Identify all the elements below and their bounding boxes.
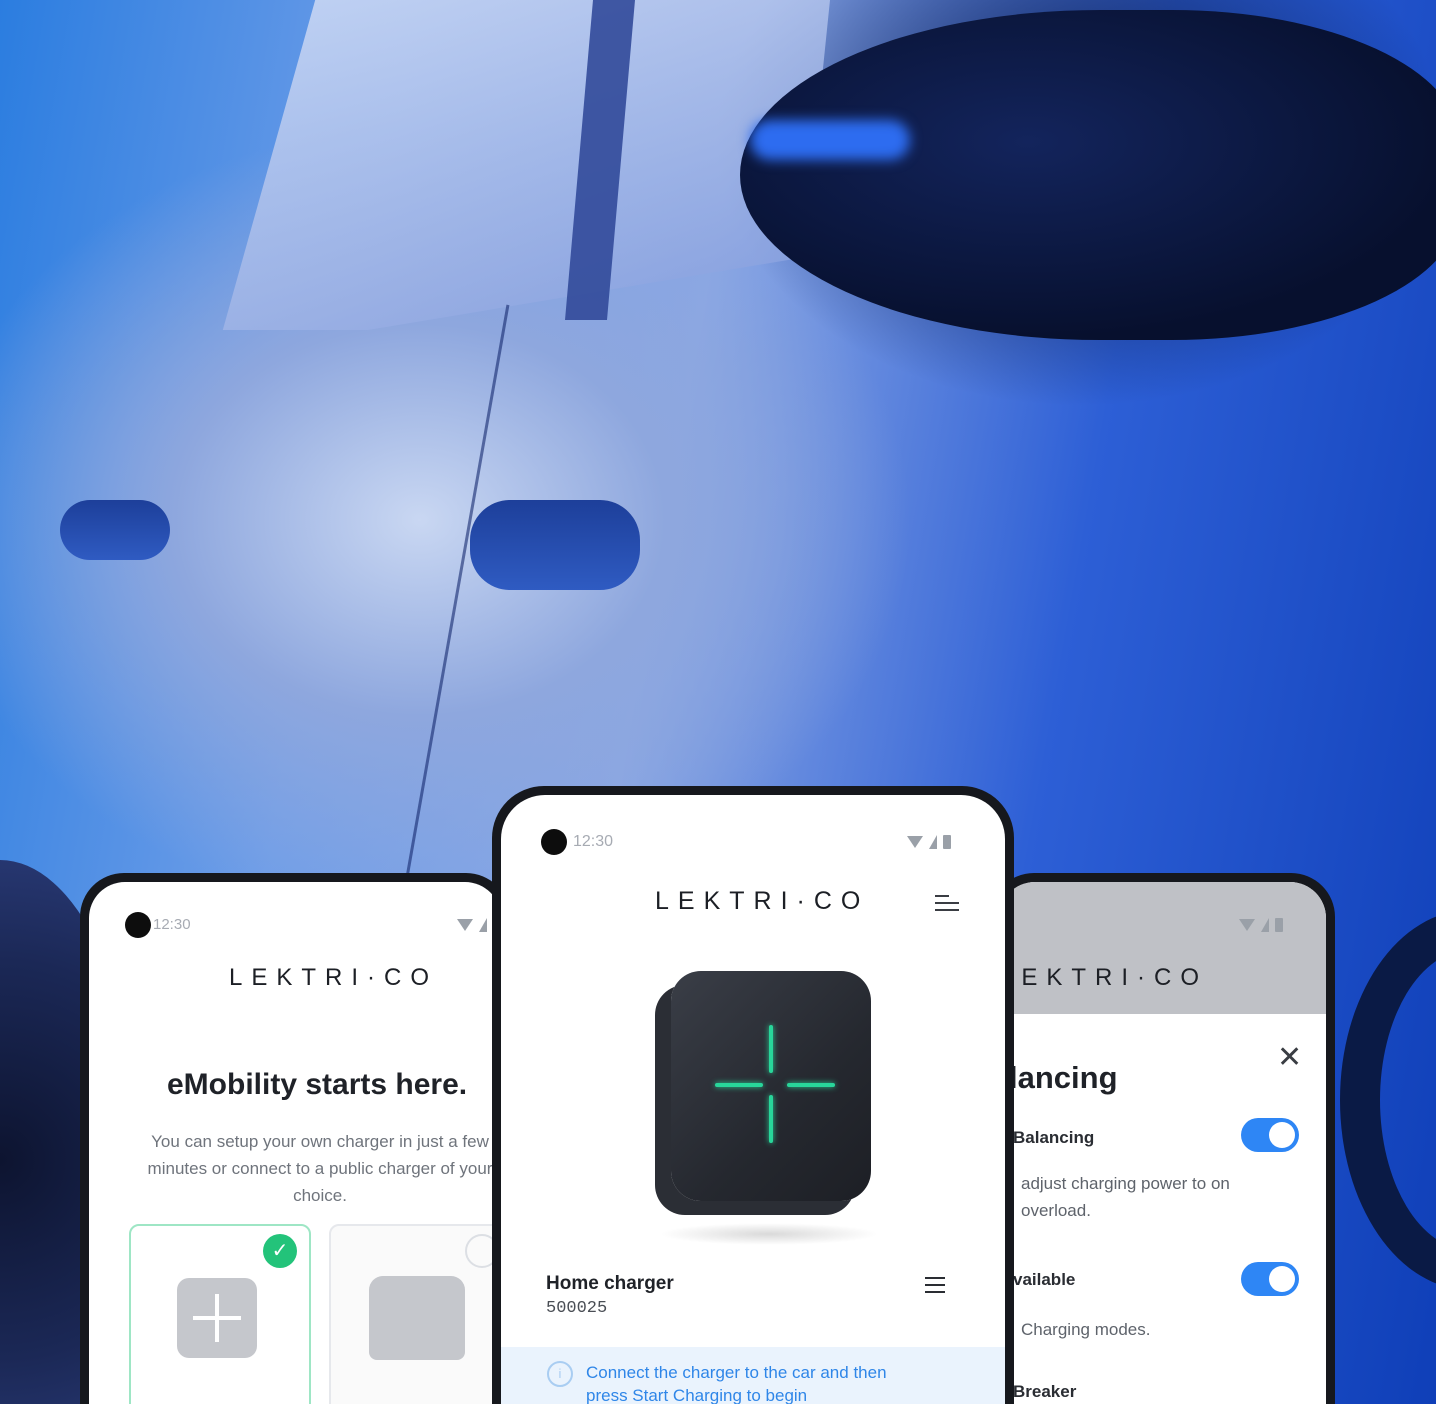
setting-1-label: Balancing [1013, 1128, 1095, 1147]
phone-center-screen: 12:30 LEKTRI·CO Home charger 500025 i Co… [501, 795, 1005, 1404]
check-icon: ✓ [263, 1234, 297, 1268]
setting-1-text: adjust charging power to on overload. [1021, 1174, 1230, 1220]
car-window [222, 0, 830, 330]
front-camera [125, 912, 151, 938]
option-card-own-charger[interactable]: ✓ [129, 1224, 311, 1404]
overlay-header [999, 882, 1326, 1014]
rear-door-handle [60, 500, 170, 560]
wifi-icon [1239, 919, 1255, 931]
status-icons [457, 918, 487, 932]
brand-logo: LEKTRI·CO [999, 964, 1209, 991]
front-door-handle [470, 500, 640, 590]
setting-3-label: Breaker [1013, 1382, 1077, 1401]
phone-left: 12:30 LEKTRI·CO eMobility starts here. Y… [80, 873, 510, 1404]
charger-shadow [659, 1223, 879, 1245]
welcome-title: eMobility starts here. [167, 1068, 468, 1101]
info-icon: i [547, 1361, 573, 1387]
welcome-subtitle: You can setup your own charger in just a… [147, 1132, 493, 1205]
battery-icon [943, 835, 951, 849]
charger-light [769, 1095, 773, 1143]
phone-right: LEKTRI·CO ✕ lancing Balancing adjust cha… [990, 873, 1335, 1404]
charger-light [769, 1025, 773, 1073]
phone-center: 12:30 LEKTRI·CO Home charger 500025 i Co… [492, 786, 1014, 1404]
plus-tile-icon [177, 1278, 257, 1358]
signal-icon [479, 918, 487, 932]
battery-icon [1275, 918, 1283, 932]
wifi-icon [457, 919, 473, 931]
sheet-title: lancing [1009, 1060, 1118, 1095]
phone-left-screen: 12:30 LEKTRI·CO eMobility starts here. Y… [89, 882, 501, 1404]
setting-2-text: Charging modes. [1021, 1320, 1151, 1339]
mirror-light [750, 120, 910, 160]
status-time: 12:30 [573, 833, 614, 850]
charger-light [787, 1083, 835, 1087]
charger-serial: 500025 [546, 1299, 608, 1318]
wifi-icon [907, 836, 923, 848]
status-icons [907, 835, 951, 849]
charger-name: Home charger [546, 1273, 674, 1294]
charger-light [715, 1083, 763, 1087]
car-charging-icon [369, 1276, 465, 1360]
setting-2-toggle[interactable] [1241, 1262, 1299, 1296]
charger-settings-icon[interactable] [925, 1277, 945, 1298]
info-text: Connect the charger to the car and then … [586, 1363, 887, 1404]
phone-right-screen: LEKTRI·CO ✕ lancing Balancing adjust cha… [999, 882, 1326, 1404]
option-card-public-charger[interactable] [329, 1224, 501, 1404]
info-banner: i Connect the charger to the car and the… [501, 1347, 1005, 1404]
wheel-reflection [1340, 910, 1436, 1290]
charger-device-image [671, 971, 871, 1201]
side-mirror [740, 10, 1436, 340]
setting-1-toggle[interactable] [1241, 1118, 1299, 1152]
setting-2-label: vailable [1013, 1270, 1076, 1289]
brand-logo: LEKTRI·CO [229, 964, 439, 991]
close-icon[interactable]: ✕ [1277, 1040, 1302, 1075]
status-time: 12:30 [153, 916, 191, 933]
menu-icon[interactable] [935, 895, 959, 916]
front-camera [541, 829, 567, 855]
signal-icon [929, 835, 937, 849]
status-icons [1239, 918, 1283, 932]
brand-logo: LEKTRI·CO [655, 887, 870, 915]
signal-icon [1261, 918, 1269, 932]
